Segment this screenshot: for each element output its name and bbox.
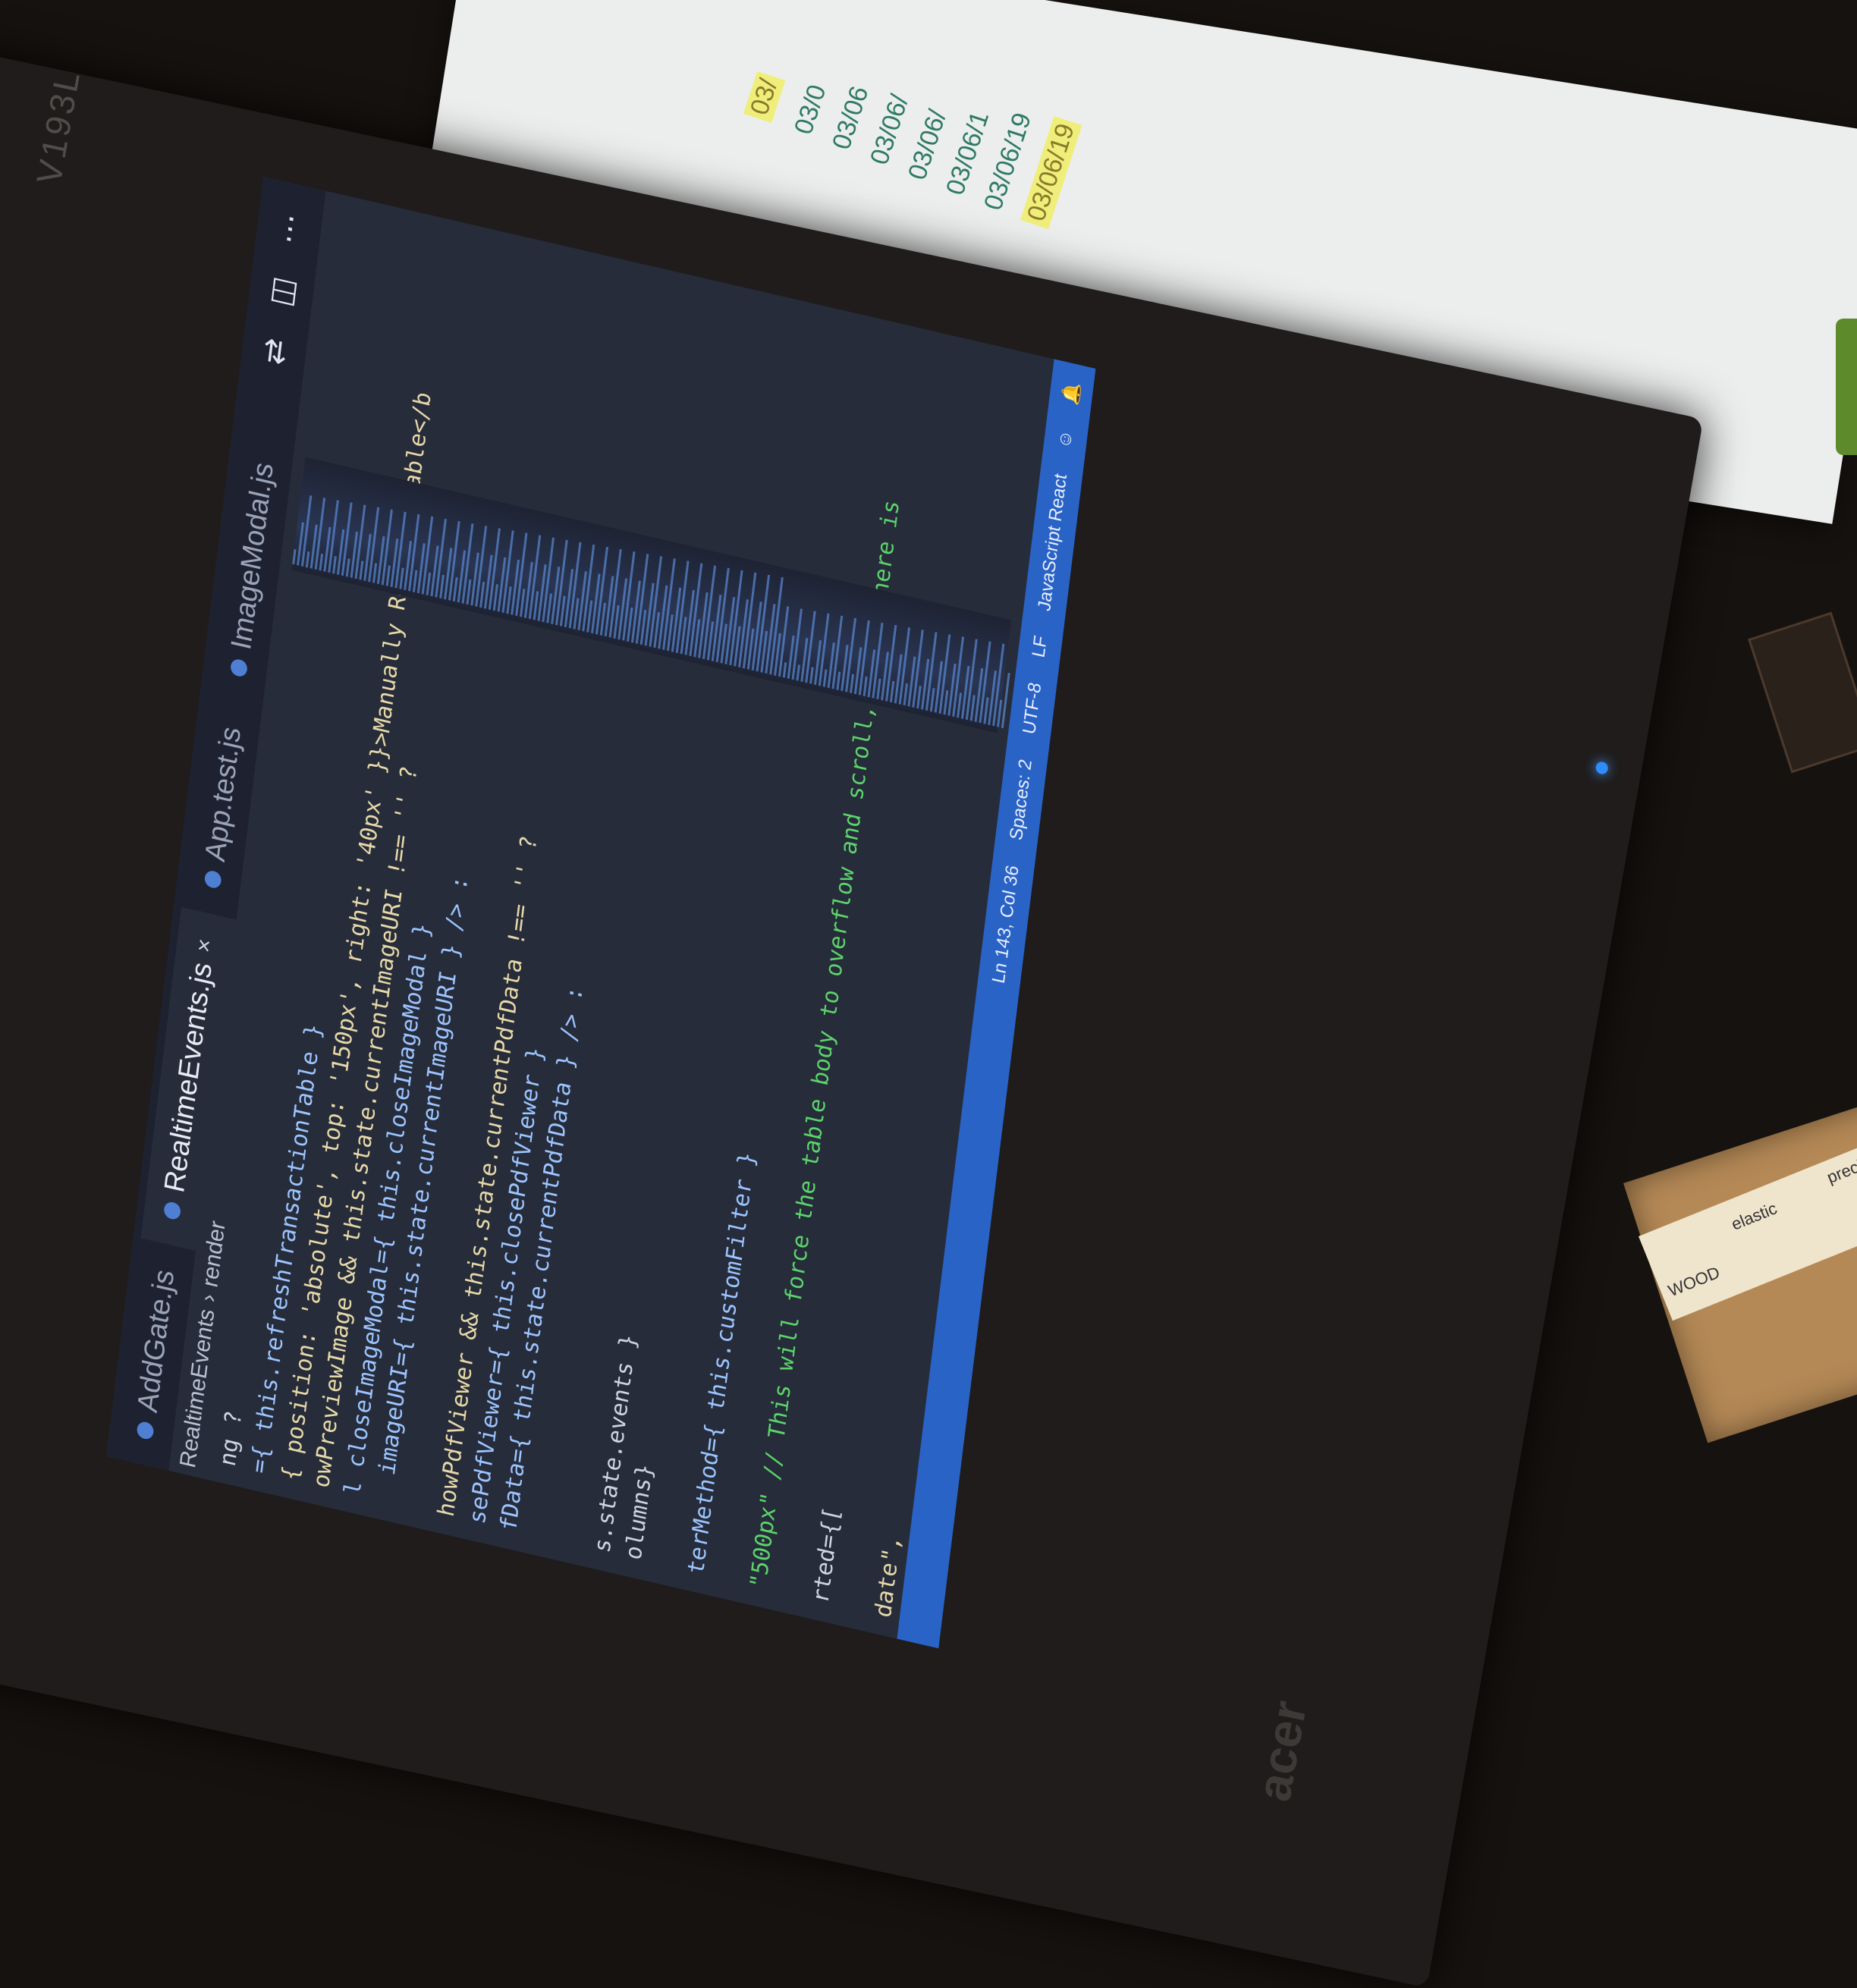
minimap-line [782, 662, 787, 678]
minimap-line [876, 678, 881, 700]
minimap-line [305, 551, 310, 568]
minimap-line [345, 558, 350, 577]
minimap-line [836, 671, 841, 690]
monitor-brand-logo: acer [1246, 1695, 1317, 1806]
react-file-icon [162, 1200, 182, 1221]
chevron-right-icon: › [196, 1291, 222, 1305]
tab-label: ImageModal.js [225, 459, 280, 653]
minimap-line [359, 561, 364, 580]
tab-label: AddGate.js [131, 1266, 181, 1415]
encoding[interactable]: UTF-8 [1019, 680, 1047, 736]
monitor-model-label: V193L [28, 64, 88, 188]
minimap-line [292, 548, 297, 565]
tab-label: RealtimeEvents.js [159, 959, 218, 1195]
paper-date: 03/06 [827, 83, 875, 153]
box-label-word: elastic [1728, 1198, 1780, 1234]
minimap-line [332, 556, 337, 574]
tab-label: App.test.js [199, 723, 247, 865]
react-file-icon [229, 658, 249, 678]
minimap-line [849, 674, 854, 693]
react-file-icon [136, 1420, 155, 1441]
code-area[interactable]: ng ? ={ this.refreshTransactionTable }{ p… [212, 389, 1094, 1648]
paper-date: 03/0 [789, 81, 832, 138]
more-actions-icon[interactable]: ⋯ [271, 210, 309, 248]
minimap-line [809, 667, 814, 684]
box-label-word: WOOD [1665, 1262, 1723, 1301]
close-icon[interactable]: × [191, 936, 218, 955]
compare-changes-icon[interactable]: ⇄ [256, 334, 294, 368]
react-file-icon [203, 869, 222, 890]
cursor-position[interactable]: Ln 143, Col 36 [988, 863, 1024, 986]
editor-actions: ⇄ ◫ ⋯ [256, 180, 326, 371]
minimap-line [822, 669, 828, 687]
green-gadget [1836, 319, 1857, 455]
minimap-line [372, 563, 378, 583]
minimap-line [796, 664, 800, 681]
code-editor-screen: AddGate.js RealtimeEvents.js × App.test.… [106, 176, 1096, 1649]
bell-icon[interactable]: 🔔 [1059, 379, 1083, 407]
split-editor-icon[interactable]: ◫ [263, 273, 301, 309]
line-ending[interactable]: LF [1028, 634, 1052, 660]
breadcrumb-symbol[interactable]: render [198, 1219, 231, 1290]
minimap-line [385, 565, 391, 586]
smiley-icon[interactable]: ☺ [1054, 428, 1077, 451]
indentation[interactable]: Spaces: 2 [1006, 757, 1037, 842]
language-mode[interactable]: JavaScript React [1034, 472, 1073, 614]
power-led-icon [1595, 760, 1609, 776]
dark-sticker [1748, 611, 1857, 774]
minimap-line [863, 676, 868, 697]
minimap-line [319, 553, 324, 571]
